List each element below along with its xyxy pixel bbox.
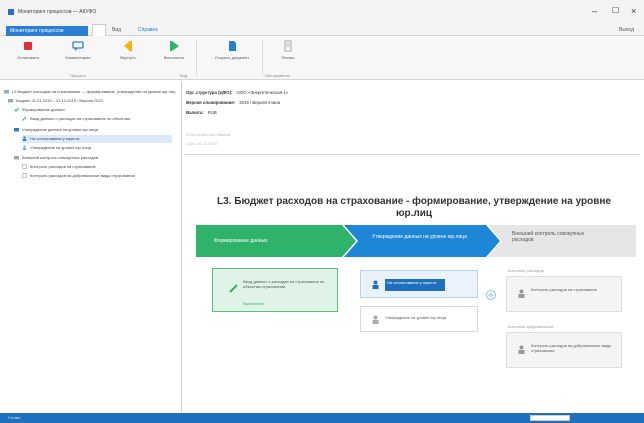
comment-button[interactable]: Комментарии — [58, 40, 98, 68]
stage-control-label: Внешний контроль совокупных расходов — [512, 231, 585, 243]
tree-item[interactable]: L3 Бюджет расходов на страхование — форм… — [4, 88, 175, 96]
user-icon — [372, 315, 379, 324]
close-button[interactable]: × — [631, 6, 636, 16]
ribbon-separator — [262, 40, 263, 76]
task-card-voluntary[interactable]: Контроль расходов на добровольные виды с… — [506, 332, 622, 368]
doc-icon — [22, 164, 27, 170]
ribbon: Остановить Комментарии Вернуть Выполнить… — [0, 36, 644, 80]
status-search-box[interactable] — [530, 415, 570, 421]
tree-item[interactable]: Контроль расходов на добровольные виды с… — [22, 172, 135, 180]
tree-item[interactable]: Контроль расходов на страхование — [22, 163, 96, 171]
stop-button-label: Остановить — [17, 55, 39, 60]
ribbon-group-process: Процесс — [70, 73, 86, 78]
print-button[interactable]: Печать — [268, 40, 308, 68]
plus-icon — [486, 290, 496, 300]
info-responsible: Ответственный: Иванов — [186, 132, 231, 137]
ribbon-group-tools: Инструменты — [265, 73, 290, 78]
process-tree: L3 Бюджет расходов на страхование — форм… — [4, 82, 182, 412]
tab-main[interactable] — [92, 24, 106, 36]
comment-icon — [72, 41, 84, 51]
stop-button[interactable]: Остановить — [8, 40, 48, 68]
play-button[interactable]: Выполнить — [154, 40, 194, 68]
ribbon-group-view: Вид — [180, 73, 188, 78]
tree-item-selected[interactable]: На согласовании у юриста — [22, 135, 172, 143]
stage-formation-label: Формирование данных — [214, 238, 268, 244]
info-org: Орг. структура (ЦФО): ООО «Энергетическая… — [186, 90, 289, 95]
folder-icon — [14, 128, 19, 132]
task-card-lawyer-title: На согласовании у юриста — [387, 280, 437, 285]
stage-approval-label: Утверждение данных на уровне юр.лица — [372, 234, 467, 240]
window-title: Мониторинг процессов — АКУФО — [18, 9, 97, 15]
ribbon-separator — [196, 40, 197, 76]
user-icon — [518, 345, 525, 354]
back-button-label: Вернуть — [120, 55, 136, 60]
title-bar: Мониторинг процессов — АКУФО – ☐ × — [0, 0, 644, 22]
info-deadline: Срок: 31.12.2019 — [186, 141, 218, 146]
tree-item[interactable]: Ввод данных о расходах на страхование по… — [22, 115, 130, 123]
folder-icon — [14, 156, 19, 160]
open-document-button-label: Открыть документ — [214, 55, 250, 60]
task-card-approval-title: Утверждение на уровне юр.лица — [385, 315, 446, 320]
task-card-voluntary-title: Контроль расходов на добровольные виды с… — [531, 343, 612, 353]
task-card-formation[interactable]: Ввод данных о расходах на страхование по… — [212, 268, 338, 312]
play-button-label: Выполнить — [163, 55, 185, 60]
user-icon — [518, 289, 525, 298]
process-info: Орг. структура (ЦФО): ООО «Энергетическая… — [186, 86, 640, 152]
divider — [184, 154, 640, 155]
ribbon-tabs: Мониторинг процессов Вид Справка Выход — [0, 22, 644, 36]
status-text: Готово — [8, 415, 21, 420]
check-icon — [14, 108, 19, 113]
task-card-control[interactable]: Контроль расходов на страхование — [506, 276, 622, 312]
task-card-formation-title: Ввод данных о расходах на страхование по… — [243, 279, 325, 289]
tree-item[interactable]: Внешний контроль совокупных расходов — [14, 154, 98, 162]
tree-item[interactable]: Утверждение на уровне юр.лица — [22, 144, 91, 152]
pen-icon — [22, 117, 27, 122]
diagram-title: L3. Бюджет расходов на страхование - фор… — [217, 196, 611, 219]
task-card-lawyer-highlight: На согласовании у юриста — [385, 279, 445, 291]
task-card-control-title: Контроль расходов на страхование — [531, 287, 597, 292]
info-currency: Валюта: RUB — [186, 110, 217, 115]
comment-button-label: Комментарии — [65, 55, 91, 60]
app-icon — [8, 9, 14, 15]
user-icon — [372, 280, 379, 289]
info-version: Версия планирования: 2019 / Версия плана — [186, 100, 281, 105]
tree-item[interactable]: Формирование данных — [14, 106, 65, 114]
minimize-button[interactable]: – — [592, 6, 597, 16]
print-button-label: Печать — [281, 55, 295, 60]
status-bar: Готово — [0, 413, 644, 423]
stage-approval[interactable] — [344, 225, 500, 257]
control-group-header-1: Контроль расходов — [508, 268, 544, 273]
tree-item[interactable]: Утверждение данных на уровне юр.лица — [14, 126, 98, 134]
control-group-header-2: Контроль добровольных — [508, 324, 554, 329]
folder-icon — [8, 99, 13, 103]
tree-item[interactable]: Бюджет 01.01.2019 – 31.12.2019 / Версия … — [8, 97, 103, 105]
user-icon — [22, 136, 27, 142]
tab-help[interactable]: Справка — [134, 25, 162, 35]
task-card-lawyer[interactable]: На согласовании у юриста — [360, 270, 478, 298]
maximize-button[interactable]: ☐ — [612, 6, 619, 16]
tab-view[interactable]: Вид — [108, 25, 125, 35]
folder-icon — [4, 90, 9, 94]
print-icon — [284, 40, 292, 52]
open-document-button[interactable]: Открыть документ — [210, 40, 254, 68]
tab-exit[interactable]: Выход — [615, 25, 638, 35]
task-card-approval[interactable]: Утверждение на уровне юр.лица — [360, 306, 478, 332]
back-button[interactable]: Вернуть — [108, 40, 148, 68]
play-icon — [170, 41, 179, 51]
task-card-formation-status: Выполнено — [243, 301, 265, 306]
doc-icon — [22, 173, 27, 179]
stop-icon — [24, 42, 32, 50]
document-icon — [229, 41, 236, 51]
back-icon — [124, 41, 132, 51]
tab-file[interactable]: Мониторинг процессов — [6, 26, 88, 36]
user-icon — [22, 145, 27, 151]
pen-icon — [229, 284, 238, 293]
